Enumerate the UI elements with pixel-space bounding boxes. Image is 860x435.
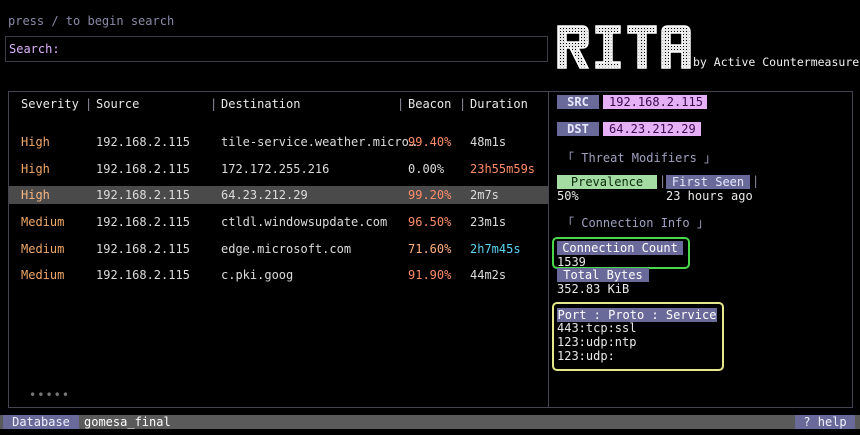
search-input[interactable] [58, 40, 542, 60]
duration-cell: 2h7m45s [470, 242, 521, 256]
port-entry: 123:udp:ntp [557, 335, 637, 349]
destination-cell: 172.172.255.216 [221, 162, 330, 176]
table-row[interactable]: Medium 192.168.2.115 edge.microsoft.com … [9, 240, 548, 258]
column-separator: | [210, 97, 218, 111]
beacon-cell: 99.20% [408, 188, 452, 202]
header-destination[interactable]: Destination [221, 97, 300, 111]
table-row[interactable]: Medium 192.168.2.115 ctldl.windowsupdate… [9, 213, 548, 231]
table-row[interactable]: High 192.168.2.115 tile-service.weather.… [9, 133, 548, 151]
destination-cell: 64.23.212.29 [221, 188, 308, 202]
port-entry: 443:tcp:ssl [557, 321, 637, 335]
severity-cell: High [21, 135, 50, 149]
duration-cell: 23h55m59s [470, 162, 536, 176]
header-beacon[interactable]: Beacon [408, 97, 451, 111]
severity-cell: Medium [21, 215, 65, 229]
beacon-cell: 96.50% [408, 215, 452, 229]
connection-info-title: 「 Connection Info 」 [562, 216, 709, 230]
duration-cell: 48m1s [470, 135, 507, 149]
destination-cell: tile-service.weather.micro… [221, 135, 417, 149]
source-cell: 192.168.2.115 [96, 268, 190, 282]
beacon-cell: 99.40% [408, 135, 452, 149]
total-bytes-label: Total Bytes [557, 268, 649, 282]
search-box[interactable]: Search: [5, 36, 548, 62]
severity-cell: High [21, 162, 50, 176]
column-separator: | [85, 97, 93, 111]
first-seen-label: First Seen [666, 175, 750, 189]
rita-logo [557, 25, 691, 69]
prevalence-label: Prevalence [557, 175, 657, 189]
source-cell: 192.168.2.115 [96, 135, 190, 149]
total-bytes-value: 352.83 KiB [557, 282, 630, 296]
duration-cell: 44m2s [470, 268, 507, 282]
dst-label: DST [557, 122, 599, 136]
beacon-cell: 91.90% [408, 268, 452, 282]
severity-cell: Medium [21, 268, 65, 282]
header-source[interactable]: Source [96, 97, 139, 111]
brand-byline: by Active Countermeasures© [693, 55, 860, 69]
connection-count-label: Connection Count [557, 241, 683, 255]
source-cell: 192.168.2.115 [96, 162, 190, 176]
beacon-cell: 71.60% [408, 242, 452, 256]
severity-cell: High [21, 188, 50, 202]
duration-cell: 23m1s [470, 215, 507, 229]
header-severity[interactable]: Severity [21, 97, 79, 111]
column-separator: | [752, 174, 760, 188]
column-separator: | [459, 97, 467, 111]
src-value: 192.168.2.115 [603, 95, 707, 109]
search-label: Search: [9, 42, 60, 56]
prevalence-value: 50% [557, 189, 579, 203]
first-seen-value: 23 hours ago [666, 189, 753, 203]
src-label: SRC [557, 95, 599, 109]
header-duration[interactable]: Duration [470, 97, 528, 111]
connection-count-value: 1539 [557, 255, 586, 269]
table-row[interactable]: Medium 192.168.2.115 c.pki.goog 91.90% 4… [9, 266, 548, 284]
search-hint: press / to begin search [8, 14, 175, 28]
destination-cell: ctldl.windowsupdate.com [221, 215, 388, 229]
column-separator: | [397, 97, 405, 111]
help-button[interactable]: ? help [795, 415, 855, 429]
database-label: Database [3, 415, 79, 429]
table-row[interactable]: High 192.168.2.115 172.172.255.216 0.00%… [9, 160, 548, 178]
results-table: Severity | Source | Destination | Beacon… [8, 91, 548, 408]
port-proto-service-label: Port : Proto : Service [557, 308, 717, 322]
database-name: gomesa_final [84, 415, 171, 429]
port-entry: 123:udp: [557, 349, 615, 363]
duration-cell: 2m7s [470, 188, 499, 202]
destination-cell: edge.microsoft.com [221, 242, 352, 256]
severity-cell: Medium [21, 242, 65, 256]
source-cell: 192.168.2.115 [96, 242, 190, 256]
table-row-selected[interactable]: High 192.168.2.115 64.23.212.29 99.20% 2… [9, 186, 548, 204]
beacon-cell: 0.00% [408, 162, 445, 176]
dst-value: 64.23.212.29 [603, 122, 701, 136]
source-cell: 192.168.2.115 [96, 215, 190, 229]
source-cell: 192.168.2.115 [96, 188, 190, 202]
threat-modifiers-title: 「 Threat Modifiers 」 [562, 151, 717, 165]
destination-cell: c.pki.goog [221, 268, 294, 282]
pagination-dots[interactable]: ••••• [29, 388, 70, 402]
